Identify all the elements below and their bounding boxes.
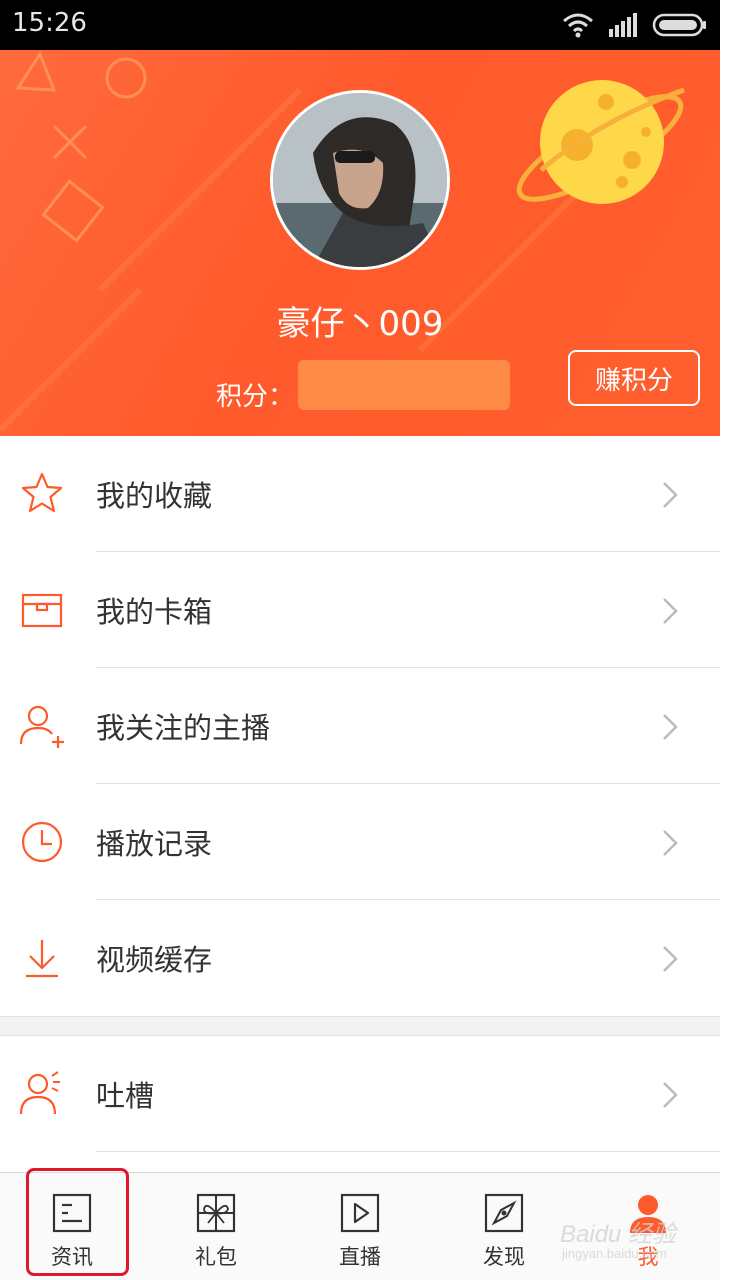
tab-label: 直播: [339, 1245, 381, 1269]
highlight-annotation-box: [26, 1168, 129, 1276]
menu-item-favorites[interactable]: 我的收藏: [0, 436, 720, 552]
battery-icon: [652, 13, 706, 37]
menu-item-video-cache[interactable]: 视频缓存: [0, 900, 720, 1016]
tab-discover[interactable]: 发现: [454, 1173, 554, 1280]
tab-live[interactable]: 直播: [310, 1173, 410, 1280]
points-label: 积分：: [216, 382, 295, 412]
menu-item-label: 我的卡箱: [96, 595, 213, 629]
menu-item-card-box[interactable]: 我的卡箱: [0, 552, 720, 668]
chevron-right-icon: [663, 714, 678, 740]
chevron-right-icon: [663, 946, 678, 972]
menu-item-label: 视频缓存: [96, 943, 213, 977]
follow-user-icon: [19, 705, 64, 748]
compass-icon: [484, 1193, 524, 1233]
menu-list-secondary: 吐槽: [0, 1036, 720, 1152]
username: 豪仔丶009: [276, 304, 444, 344]
tab-gift[interactable]: 礼包: [166, 1173, 266, 1280]
clock-icon: [21, 821, 63, 863]
tab-label: 发现: [483, 1245, 525, 1269]
play-icon: [340, 1193, 380, 1233]
signal-icon: [609, 13, 637, 37]
star-icon: [21, 472, 63, 513]
watermark: Baidu 经验: [560, 1221, 677, 1248]
chevron-right-icon: [663, 598, 678, 624]
watermark-url: jingyan.baidu.com: [562, 1246, 667, 1261]
avatar[interactable]: [270, 90, 450, 270]
tab-label: 礼包: [195, 1245, 237, 1269]
earn-points-button[interactable]: 赚积分: [568, 350, 700, 406]
chevron-right-icon: [663, 482, 678, 508]
menu-item-feedback[interactable]: 吐槽: [0, 1036, 720, 1152]
profile-header: 豪仔丶009 积分： 赚积分: [0, 50, 720, 436]
points-value-redacted: [298, 360, 510, 410]
menu-item-label: 播放记录: [96, 827, 213, 861]
menu-item-label: 我关注的主播: [96, 711, 271, 745]
chevron-right-icon: [663, 1082, 678, 1108]
feedback-user-icon: [19, 1071, 60, 1115]
status-time: 15:26: [12, 8, 87, 38]
chevron-right-icon: [663, 830, 678, 856]
menu-item-label: 我的收藏: [96, 479, 213, 513]
download-icon: [26, 940, 58, 978]
menu-item-label: 吐槽: [96, 1079, 155, 1113]
menu-item-followed-streamers[interactable]: 我关注的主播: [0, 668, 720, 784]
gift-icon: [196, 1193, 236, 1233]
status-bar: 15:26: [0, 0, 720, 50]
section-divider: [0, 1016, 720, 1036]
wifi-icon: [563, 13, 593, 38]
divider: [96, 1151, 720, 1152]
status-icons: [562, 10, 708, 40]
menu-list: 我的收藏 我的卡箱 我关注的主播 播放记录 视频缓存: [0, 436, 720, 1016]
avatar-photo: [273, 93, 447, 267]
planet-icon: [516, 80, 685, 204]
box-icon: [21, 593, 63, 628]
menu-item-play-history[interactable]: 播放记录: [0, 784, 720, 900]
